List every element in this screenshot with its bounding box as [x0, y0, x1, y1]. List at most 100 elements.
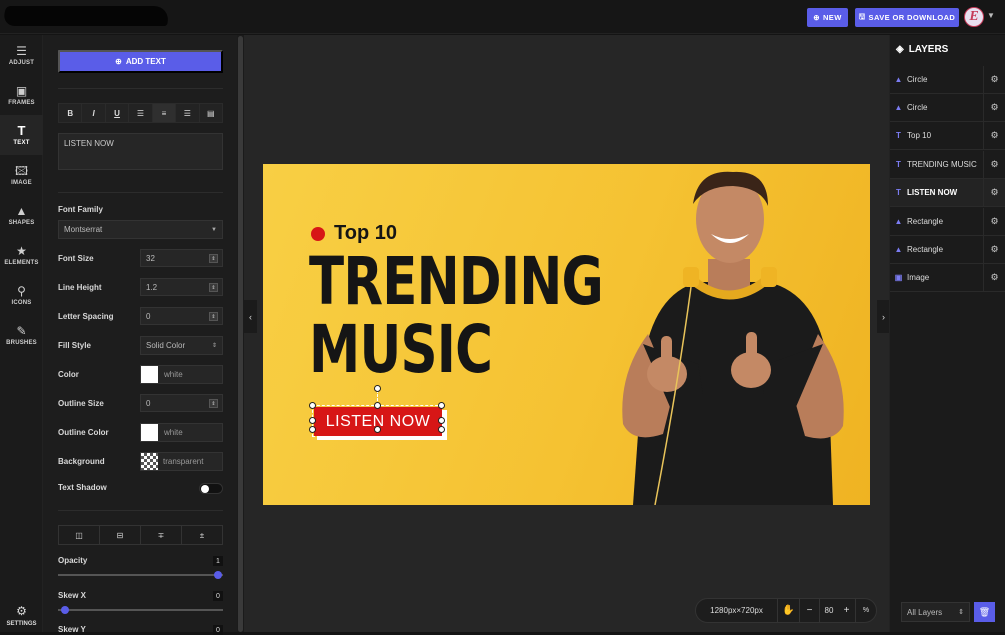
resize-handle[interactable] — [438, 417, 445, 424]
color-swatch[interactable] — [141, 366, 158, 383]
zoom-in-button[interactable]: + — [838, 599, 856, 622]
stepper-icon[interactable]: ⇕ — [209, 254, 218, 263]
delete-layer-button[interactable]: 🗑 — [974, 602, 995, 622]
bold-button[interactable]: B — [59, 104, 83, 122]
add-text-button[interactable]: ⊕ ADD TEXT — [58, 50, 223, 73]
circle-shape[interactable] — [311, 227, 325, 241]
star-icon: ★ — [16, 243, 27, 258]
background-color-picker[interactable]: transparent — [140, 452, 223, 471]
collapse-left-panel[interactable]: ‹ — [244, 300, 257, 333]
opacity-slider[interactable] — [58, 571, 223, 579]
align-right-icon: ☰ — [183, 108, 191, 118]
align-center-icon: ≡ — [161, 108, 167, 118]
gear-icon[interactable]: ⚙ — [983, 235, 1005, 264]
new-button[interactable]: ⊕ NEW — [807, 8, 848, 27]
nav-icons[interactable]: ⚲ ICONS — [0, 275, 43, 315]
distribute-horizontal-button[interactable]: ± — [182, 526, 222, 544]
font-family-select[interactable]: Montserrat ▼ — [58, 220, 223, 239]
layer-item[interactable]: ▲ Circle ⚙ — [890, 65, 1005, 94]
align-left-button[interactable]: ☰ — [129, 104, 153, 122]
person-image[interactable] — [593, 164, 870, 505]
rotate-handle[interactable] — [374, 385, 381, 392]
resize-handle[interactable] — [309, 402, 316, 409]
font-size-input[interactable]: 32 ⇕ — [140, 249, 223, 267]
stepper-icon[interactable]: ⇕ — [209, 312, 218, 321]
top-bar: ⊕ NEW 🖫 SAVE OR DOWNLOAD E ▼ — [0, 0, 1005, 34]
layers-filter-select[interactable]: All Layers ⇕ — [901, 602, 970, 622]
trending-music-text[interactable]: TRENDING MUSIC — [309, 248, 604, 384]
nav-elements[interactable]: ★ ELEMENTS — [0, 235, 43, 275]
gear-icon[interactable]: ⚙ — [983, 150, 1005, 179]
headphone-cup — [761, 267, 777, 287]
fill-style-select[interactable]: Solid Color ⇕ — [140, 336, 223, 355]
gear-icon[interactable]: ⚙ — [983, 263, 1005, 292]
align-right-button[interactable]: ☰ — [176, 104, 200, 122]
chevron-down-icon[interactable]: ▼ — [987, 11, 995, 20]
gear-icon[interactable]: ⚙ — [983, 121, 1005, 150]
gear-icon: ⚙ — [16, 603, 27, 618]
italic-button[interactable]: I — [82, 104, 106, 122]
line-height-input[interactable]: 1.2 ⇕ — [140, 278, 223, 296]
opacity-slider-thumb[interactable] — [214, 571, 222, 579]
letter-spacing-input[interactable]: 0 ⇕ — [140, 307, 223, 325]
layer-item[interactable]: ▲ Rectangle ⚙ — [890, 207, 1005, 236]
chevron-right-icon: › — [882, 311, 885, 322]
skew-y-value: 0 — [213, 625, 223, 635]
align-vertical-button[interactable]: ⊟ — [100, 526, 141, 544]
gear-icon[interactable]: ⚙ — [983, 65, 1005, 94]
panel-scrollbar[interactable] — [238, 36, 243, 632]
layers-icon: ◈ — [896, 44, 904, 55]
skew-x-slider-thumb[interactable] — [61, 606, 69, 614]
align-center-button[interactable]: ≡ — [152, 104, 177, 122]
layer-item[interactable]: ▣ Image ⚙ — [890, 263, 1005, 292]
shapes-icon: ▲ — [894, 103, 903, 112]
zoom-value[interactable]: 80 — [820, 599, 838, 622]
distribute-h-icon: ± — [199, 530, 205, 540]
stepper-icon[interactable]: ⇕ — [209, 399, 218, 408]
chevron-left-icon: ‹ — [249, 311, 252, 322]
color-picker[interactable]: white — [140, 365, 223, 384]
resize-handle[interactable] — [309, 417, 316, 424]
nav-image[interactable]: 🖾 IMAGE — [0, 155, 43, 195]
nav-adjust[interactable]: ☰ ADJUST — [0, 35, 43, 75]
top-10-text[interactable]: Top 10 — [334, 222, 397, 245]
resize-handle[interactable] — [374, 426, 381, 433]
gear-icon[interactable]: ⚙ — [983, 207, 1005, 236]
layer-item[interactable]: ▲ Rectangle ⚙ — [890, 235, 1005, 264]
resize-handle[interactable] — [309, 426, 316, 433]
color-swatch[interactable] — [141, 424, 158, 441]
save-download-button[interactable]: 🖫 SAVE OR DOWNLOAD — [855, 8, 959, 27]
zoom-out-button[interactable]: − — [800, 599, 820, 622]
pan-tool-icon[interactable]: ✋ — [778, 599, 800, 622]
text-shadow-toggle[interactable] — [199, 483, 223, 494]
layer-item[interactable]: ▲ Circle ⚙ — [890, 93, 1005, 122]
transparent-swatch[interactable] — [141, 453, 158, 470]
text-content-input[interactable]: LISTEN NOW — [58, 133, 223, 170]
layer-item[interactable]: T TRENDING MUSIC ⚙ — [890, 150, 1005, 179]
gear-icon[interactable]: ⚙ — [983, 178, 1005, 207]
nav-shapes[interactable]: ▲ SHAPES — [0, 195, 43, 235]
opacity-label: Opacity — [58, 556, 88, 565]
resize-handle[interactable] — [438, 402, 445, 409]
align-justify-icon: ▤ — [206, 108, 215, 118]
nav-frames[interactable]: ▣ FRAMES — [0, 75, 43, 115]
outline-color-picker[interactable]: white — [140, 423, 223, 442]
align-horizontal-button[interactable]: ◫ — [59, 526, 100, 544]
layer-item-active[interactable]: T LISTEN NOW ⚙ — [890, 178, 1005, 207]
skew-x-slider[interactable] — [58, 606, 223, 614]
avatar[interactable]: E — [964, 7, 984, 27]
design-canvas[interactable]: Top 10 TRENDING MUSIC LISTEN NOW — [263, 164, 870, 505]
underline-button[interactable]: U — [105, 104, 130, 122]
nav-settings[interactable]: ⚙ SETTINGS — [0, 598, 43, 632]
updown-icon: ⇕ — [211, 343, 217, 349]
nav-brushes[interactable]: ✎ BRUSHES — [0, 315, 43, 355]
align-justify-button[interactable]: ▤ — [199, 104, 222, 122]
distribute-vertical-button[interactable]: ∓ — [141, 526, 182, 544]
gear-icon[interactable]: ⚙ — [983, 93, 1005, 122]
resize-handle[interactable] — [438, 426, 445, 433]
stepper-icon[interactable]: ⇕ — [209, 283, 218, 292]
nav-text[interactable]: T TEXT — [0, 115, 43, 155]
layer-item[interactable]: T Top 10 ⚙ — [890, 121, 1005, 150]
outline-size-input[interactable]: 0 ⇕ — [140, 394, 223, 412]
resize-handle[interactable] — [374, 402, 381, 409]
